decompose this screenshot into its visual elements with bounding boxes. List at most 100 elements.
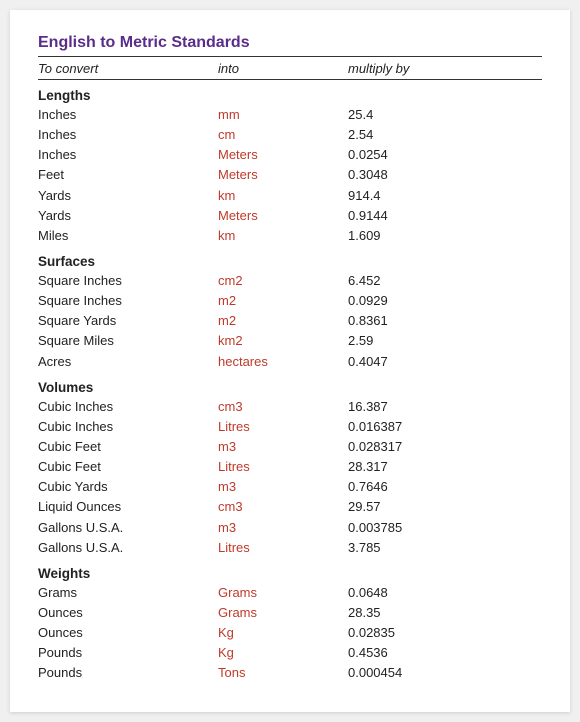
cell-convert: Inches [38, 145, 218, 165]
cell-convert: Gallons U.S.A. [38, 538, 218, 558]
cell-multiply: 0.4047 [348, 352, 388, 372]
table-row: YardsMeters0.9144 [38, 206, 542, 226]
section-title-lengths: Lengths [38, 88, 542, 103]
section-title-volumes: Volumes [38, 380, 542, 395]
cell-into: km [218, 186, 348, 206]
cell-into: km2 [218, 331, 348, 351]
cell-convert: Acres [38, 352, 218, 372]
col-header-multiply: multiply by [348, 61, 409, 76]
cell-into: m2 [218, 291, 348, 311]
section-title-weights: Weights [38, 566, 542, 581]
cell-convert: Inches [38, 105, 218, 125]
page-title: English to Metric Standards [38, 34, 542, 52]
cell-into: Kg [218, 643, 348, 663]
cell-convert: Square Miles [38, 331, 218, 351]
table-row: Cubic InchesLitres0.016387 [38, 417, 542, 437]
cell-convert: Grams [38, 583, 218, 603]
cell-convert: Yards [38, 206, 218, 226]
cell-multiply: 914.4 [348, 186, 381, 206]
col-header-convert: To convert [38, 61, 218, 76]
cell-into: cm3 [218, 397, 348, 417]
cell-into: hectares [218, 352, 348, 372]
table-row: FeetMeters0.3048 [38, 165, 542, 185]
cell-convert: Square Inches [38, 291, 218, 311]
cell-multiply: 0.9144 [348, 206, 388, 226]
cell-into: cm3 [218, 497, 348, 517]
cell-into: Grams [218, 583, 348, 603]
col-header-into: into [218, 61, 348, 76]
cell-multiply: 0.000454 [348, 663, 402, 683]
cell-multiply: 28.317 [348, 457, 388, 477]
table-row: InchesMeters0.0254 [38, 145, 542, 165]
cell-into: Kg [218, 623, 348, 643]
cell-into: Litres [218, 538, 348, 558]
cell-multiply: 0.7646 [348, 477, 388, 497]
cell-convert: Cubic Inches [38, 397, 218, 417]
table-row: PoundsKg0.4536 [38, 643, 542, 663]
cell-into: Meters [218, 145, 348, 165]
table-row: OuncesGrams28.35 [38, 603, 542, 623]
cell-convert: Cubic Inches [38, 417, 218, 437]
cell-into: km [218, 226, 348, 246]
cell-convert: Ounces [38, 623, 218, 643]
cell-multiply: 0.8361 [348, 311, 388, 331]
table-row: GramsGrams0.0648 [38, 583, 542, 603]
column-headers: To convert into multiply by [38, 61, 542, 80]
table-row: Square Inchescm26.452 [38, 271, 542, 291]
cell-convert: Feet [38, 165, 218, 185]
cell-convert: Pounds [38, 663, 218, 683]
cell-convert: Inches [38, 125, 218, 145]
sections-container: LengthsInchesmm25.4Inchescm2.54InchesMet… [38, 88, 542, 684]
cell-multiply: 16.387 [348, 397, 388, 417]
table-row: Gallons U.S.A.Litres3.785 [38, 538, 542, 558]
cell-convert: Yards [38, 186, 218, 206]
cell-into: Litres [218, 417, 348, 437]
cell-convert: Cubic Feet [38, 457, 218, 477]
table-row: Acreshectares0.4047 [38, 352, 542, 372]
cell-multiply: 0.016387 [348, 417, 402, 437]
cell-into: m3 [218, 437, 348, 457]
table-row: Cubic Feetm30.028317 [38, 437, 542, 457]
cell-into: Meters [218, 165, 348, 185]
cell-into: Tons [218, 663, 348, 683]
table-row: Inchesmm25.4 [38, 105, 542, 125]
table-row: Square Yardsm20.8361 [38, 311, 542, 331]
cell-into: mm [218, 105, 348, 125]
table-row: Cubic FeetLitres28.317 [38, 457, 542, 477]
cell-convert: Liquid Ounces [38, 497, 218, 517]
section-title-surfaces: Surfaces [38, 254, 542, 269]
cell-convert: Cubic Yards [38, 477, 218, 497]
table-row: Cubic Yardsm30.7646 [38, 477, 542, 497]
cell-into: m3 [218, 477, 348, 497]
page-container: English to Metric Standards To convert i… [10, 10, 570, 712]
table-row: Mileskm1.609 [38, 226, 542, 246]
cell-multiply: 6.452 [348, 271, 381, 291]
table-row: Gallons U.S.A.m30.003785 [38, 518, 542, 538]
cell-convert: Miles [38, 226, 218, 246]
cell-multiply: 29.57 [348, 497, 381, 517]
cell-multiply: 0.0254 [348, 145, 388, 165]
cell-multiply: 0.02835 [348, 623, 395, 643]
cell-convert: Cubic Feet [38, 437, 218, 457]
table-row: Inchescm2.54 [38, 125, 542, 145]
cell-convert: Square Inches [38, 271, 218, 291]
cell-multiply: 0.3048 [348, 165, 388, 185]
cell-into: m2 [218, 311, 348, 331]
table-row: Square Mileskm22.59 [38, 331, 542, 351]
cell-multiply: 2.59 [348, 331, 373, 351]
cell-multiply: 0.4536 [348, 643, 388, 663]
cell-into: cm [218, 125, 348, 145]
cell-multiply: 3.785 [348, 538, 381, 558]
cell-convert: Pounds [38, 643, 218, 663]
cell-multiply: 1.609 [348, 226, 381, 246]
cell-into: Meters [218, 206, 348, 226]
cell-into: Litres [218, 457, 348, 477]
table-row: Liquid Ouncescm329.57 [38, 497, 542, 517]
table-row: Yardskm914.4 [38, 186, 542, 206]
cell-convert: Gallons U.S.A. [38, 518, 218, 538]
cell-multiply: 0.003785 [348, 518, 402, 538]
cell-multiply: 2.54 [348, 125, 373, 145]
cell-multiply: 0.0929 [348, 291, 388, 311]
table-row: Square Inchesm20.0929 [38, 291, 542, 311]
title-divider [38, 56, 542, 57]
